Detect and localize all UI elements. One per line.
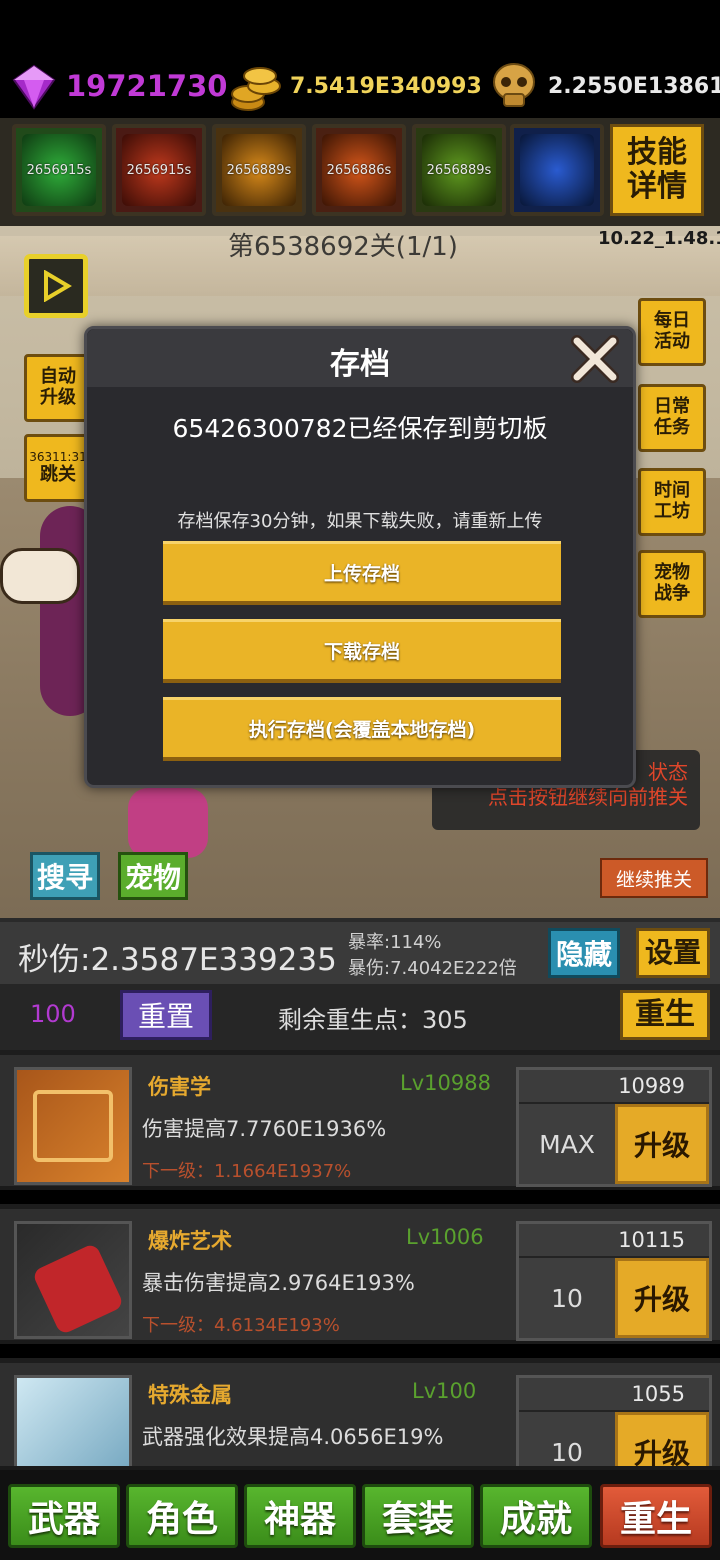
search-button[interactable]: 搜寻	[30, 852, 100, 900]
pet-war-button[interactable]: 宠物 战争	[638, 550, 706, 618]
tab-weapons[interactable]: 武器	[8, 1484, 120, 1548]
download-save-button[interactable]: 下载存档	[163, 619, 561, 683]
upgrade-name: 特殊金属	[148, 1383, 232, 1407]
gold-count: 7.5419E340993	[290, 73, 482, 99]
skip-timer: 36311:31	[29, 449, 87, 464]
upgrade-desc: 暴击伤害提高2.9764E193%	[142, 1271, 415, 1295]
dps-label: 秒伤:2.3587E339235	[18, 942, 337, 978]
upgrade-level: Lv1006	[406, 1225, 484, 1249]
upgrade-name: 爆炸艺术	[148, 1229, 232, 1253]
upgrade-cost: 10115	[519, 1224, 709, 1256]
skill-slot-1[interactable]: 2656915s	[12, 124, 106, 216]
dialog-message: 65426300782已经保存到剪切板	[172, 414, 548, 443]
upgrade-level: Lv100	[412, 1379, 477, 1403]
tab-sets[interactable]: 套装	[362, 1484, 474, 1548]
upgrade-card-explosion: 爆炸艺术 Lv1006 暴击伤害提高2.9764E193% 下一级：4.6134…	[0, 1204, 720, 1344]
pointing-hand	[0, 548, 80, 604]
close-button[interactable]	[569, 333, 621, 385]
stage-label: 第6538692关(1/1)	[228, 232, 458, 262]
upgrade-next: 下一级：1.1664E1937%	[142, 1161, 352, 1182]
dynamite-icon	[14, 1221, 132, 1339]
upgrade-multiplier-toggle[interactable]: MAX	[519, 1104, 615, 1184]
archer-figure	[128, 788, 208, 858]
soul-count: 2.2550E138618	[548, 73, 720, 99]
rebirth-points: 剩余重生点：305	[278, 1006, 468, 1034]
skip-stage-button[interactable]: 36311:31 跳关	[24, 434, 92, 502]
crit-damage-label: 暴伤:7.4042E222倍	[348, 958, 517, 979]
soul-counter: 2.2550E138618	[486, 56, 720, 116]
upgrade-button[interactable]: 升级	[615, 1104, 709, 1184]
metal-sheet-icon	[14, 1375, 132, 1466]
upgrade-level: Lv10988	[400, 1071, 491, 1095]
resource-bar: 19721730 7.5419E340993 2.2550E138618	[0, 0, 720, 118]
daily-task-button[interactable]: 日常 任务	[638, 384, 706, 452]
play-button[interactable]	[24, 254, 88, 318]
bottom-tab-bar: 武器 角色 神器 套装 成就 重生	[0, 1470, 720, 1560]
dialog-note: 存档保存30分钟，如果下载失败，请重新上传	[177, 511, 543, 532]
auto-upgrade-button[interactable]: 自动 升级	[24, 354, 92, 422]
gem-icon	[12, 64, 56, 110]
tab-artifacts[interactable]: 神器	[244, 1484, 356, 1548]
upgrade-cost: 10989	[519, 1070, 709, 1102]
tab-character[interactable]: 角色	[126, 1484, 238, 1548]
skill-slot-6[interactable]	[510, 124, 604, 216]
gold-counter: 7.5419E340993	[228, 56, 482, 116]
book-icon	[14, 1067, 132, 1185]
continue-button[interactable]: 继续推关	[600, 858, 708, 898]
skill-slot-5[interactable]: 2656889s	[412, 124, 506, 216]
version-label: 10.22_1.48.1	[598, 228, 720, 249]
skill-slot-3[interactable]: 2656889s	[212, 124, 306, 216]
tab-rebirth[interactable]: 重生	[600, 1484, 712, 1548]
upgrade-next: 下一级：4.6134E193%	[142, 1315, 340, 1336]
reset-button[interactable]: 重置	[120, 990, 212, 1040]
upgrade-cost-box: 1055 10 升级	[516, 1375, 712, 1466]
dialog-title: 存档	[330, 347, 390, 382]
upgrade-desc: 武器强化效果提高4.0656E19%	[142, 1425, 444, 1449]
settings-button[interactable]: 设置	[636, 928, 710, 978]
skull-icon	[493, 63, 535, 107]
skill-slot-4[interactable]: 2656886s	[312, 124, 406, 216]
upgrade-multiplier-toggle[interactable]: 10	[519, 1258, 615, 1338]
upgrade-desc: 伤害提高7.7760E1936%	[142, 1117, 387, 1141]
rebirth-count: 100	[30, 1000, 76, 1028]
time-workshop-button[interactable]: 时间 工坊	[638, 468, 706, 536]
rebirth-button[interactable]: 重生	[620, 990, 710, 1040]
skill-detail-button[interactable]: 技能 详情	[610, 124, 704, 216]
upgrade-cost-box: 10989 MAX 升级	[516, 1067, 712, 1187]
tab-achievements[interactable]: 成就	[480, 1484, 592, 1548]
upgrade-button[interactable]: 升级	[615, 1258, 709, 1338]
rebirth-bar: 100 重置 剩余重生点：305 重生	[0, 984, 720, 1050]
upgrade-name: 伤害学	[148, 1075, 211, 1099]
upgrade-multiplier-toggle[interactable]: 10	[519, 1412, 615, 1466]
execute-save-button[interactable]: 执行存档(会覆盖本地存档)	[163, 697, 561, 761]
upload-save-button[interactable]: 上传存档	[163, 541, 561, 605]
gem-counter: 19721730	[8, 56, 227, 116]
pet-button[interactable]: 宠物	[118, 852, 188, 900]
crit-rate-label: 暴率:114%	[348, 932, 442, 953]
skill-slot-2[interactable]: 2656915s	[112, 124, 206, 216]
upgrade-cost-box: 10115 10 升级	[516, 1221, 712, 1341]
play-icon	[44, 270, 72, 302]
upgrade-button[interactable]: 升级	[615, 1412, 709, 1466]
upgrade-card-damage: 伤害学 Lv10988 伤害提高7.7760E1936% 下一级：1.1664E…	[0, 1050, 720, 1190]
close-icon	[571, 335, 619, 383]
gem-count: 19721730	[66, 69, 228, 103]
gold-coins-icon	[231, 67, 281, 111]
upgrade-cost: 1055	[519, 1378, 709, 1410]
stats-bar: 秒伤:2.3587E339235 暴率:114% 暴伤:7.4042E222倍 …	[0, 918, 720, 984]
daily-event-button[interactable]: 每日 活动	[638, 298, 706, 366]
hide-button[interactable]: 隐藏	[548, 928, 620, 978]
save-dialog: 存档 65426300782已经保存到剪切板 存档保存30分钟，如果下载失败，请…	[84, 326, 636, 788]
skip-label: 跳关	[40, 463, 76, 485]
upgrade-card-metal: 特殊金属 Lv100 武器强化效果提高4.0656E19% 1055 10 升级	[0, 1358, 720, 1470]
